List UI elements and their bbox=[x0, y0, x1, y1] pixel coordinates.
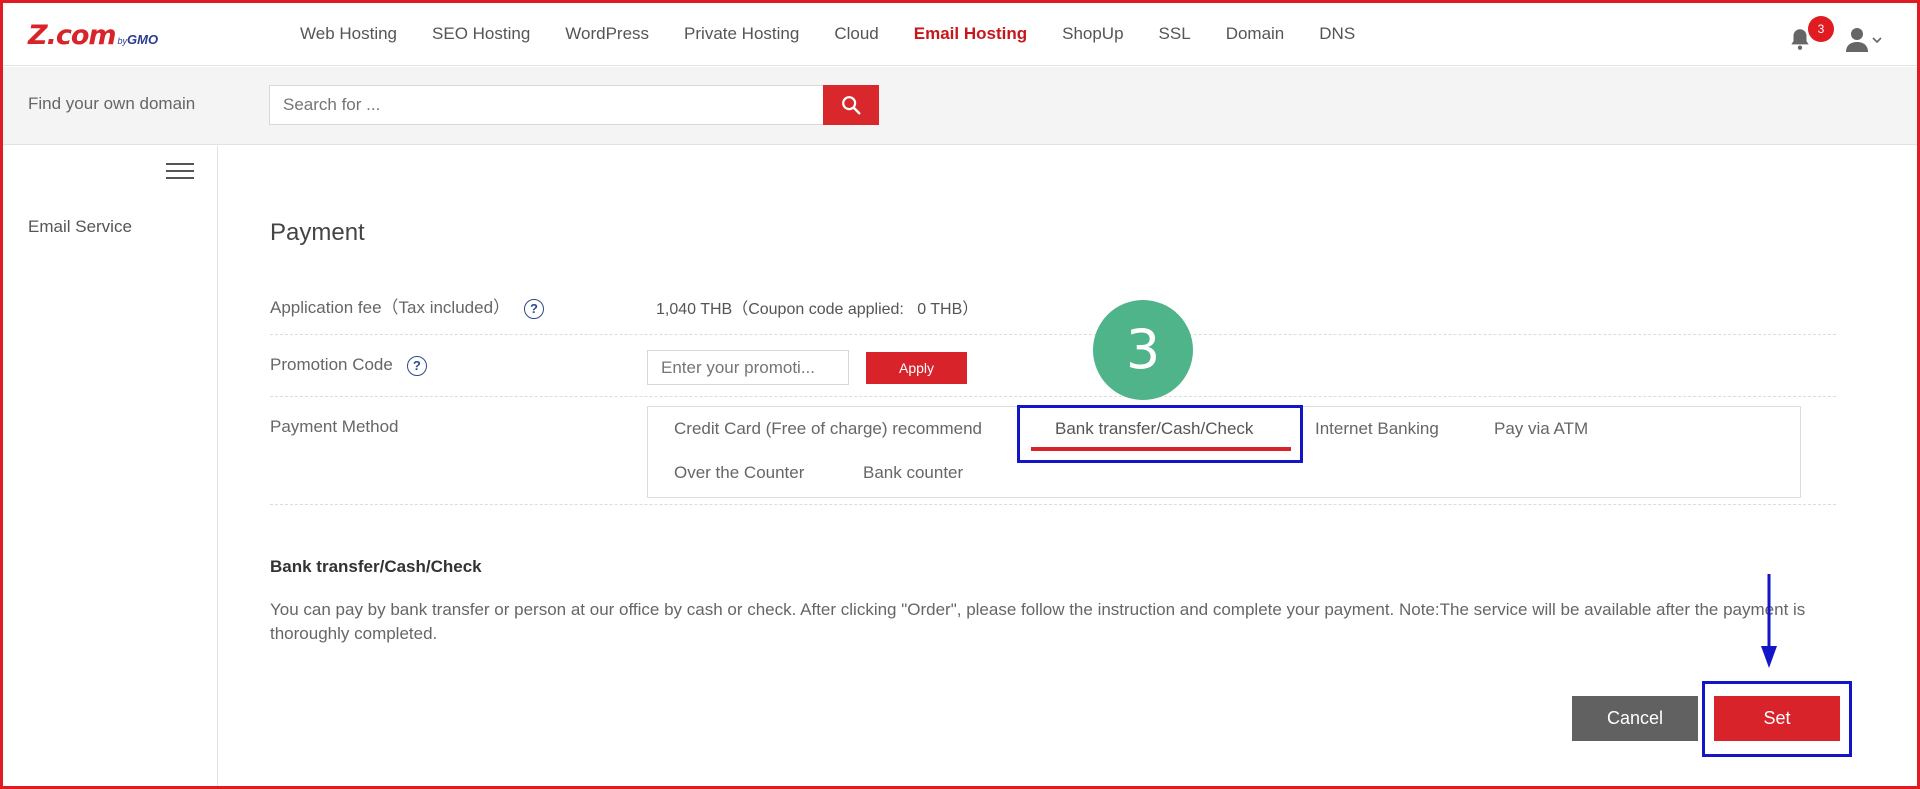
set-button[interactable]: Set bbox=[1714, 696, 1840, 741]
row-divider bbox=[270, 504, 1836, 505]
application-fee-label: Application fee（Tax included） bbox=[270, 298, 511, 317]
payment-option-internet-banking[interactable]: Internet Banking bbox=[1315, 419, 1439, 439]
help-icon[interactable]: ? bbox=[406, 355, 427, 376]
logo-text: Z.com bbox=[28, 20, 117, 51]
down-arrow-icon bbox=[1761, 574, 1777, 668]
promotion-code-row: Promotion Code? bbox=[270, 355, 427, 376]
application-fee-value: 1,040 THB（Coupon code applied: 0 THB） bbox=[656, 301, 979, 318]
search-input[interactable] bbox=[269, 85, 824, 125]
find-domain-label: Find your own domain bbox=[28, 94, 196, 113]
selected-method-description: You can pay by bank transfer or person a… bbox=[270, 600, 1806, 643]
notification-badge: 3 bbox=[1808, 16, 1834, 42]
main-menu: Web Hosting SEO Hosting WordPress Privat… bbox=[300, 24, 1390, 44]
help-icon[interactable]: ? bbox=[524, 298, 545, 319]
nav-cloud[interactable]: Cloud bbox=[834, 24, 878, 44]
payment-option-bank-counter[interactable]: Bank counter bbox=[863, 463, 963, 483]
nav-seo-hosting[interactable]: SEO Hosting bbox=[432, 24, 530, 44]
bank-transfer-highlight-box bbox=[1017, 405, 1303, 463]
logo-gmo-text: GMO bbox=[127, 32, 159, 47]
nav-web-hosting[interactable]: Web Hosting bbox=[300, 24, 397, 44]
zcom-logo[interactable]: Z.com by GMO bbox=[28, 20, 158, 51]
search-button[interactable] bbox=[823, 85, 879, 125]
nav-shopup[interactable]: ShopUp bbox=[1062, 24, 1123, 44]
apply-button[interactable]: Apply bbox=[866, 352, 967, 384]
page-title: Payment bbox=[270, 219, 365, 246]
top-navigation: Z.com by GMO Web Hosting SEO Hosting Wor… bbox=[0, 0, 1920, 66]
selected-method-heading: Bank transfer/Cash/Check bbox=[270, 557, 482, 576]
nav-ssl[interactable]: SSL bbox=[1159, 24, 1191, 44]
nav-dns[interactable]: DNS bbox=[1319, 24, 1355, 44]
payment-method-label: Payment Method bbox=[270, 417, 399, 436]
domain-search-bar: Find your own domain bbox=[0, 67, 1920, 145]
promotion-code-input[interactable] bbox=[647, 350, 849, 385]
payment-option-credit-card[interactable]: Credit Card (Free of charge) recommend bbox=[674, 419, 982, 439]
nav-private-hosting[interactable]: Private Hosting bbox=[684, 24, 799, 44]
application-fee-row: Application fee（Tax included）? bbox=[270, 293, 545, 319]
hamburger-menu-icon[interactable] bbox=[166, 163, 194, 183]
user-icon bbox=[1846, 28, 1882, 52]
sidebar-item-email-service[interactable]: Email Service bbox=[28, 217, 132, 237]
nav-wordpress[interactable]: WordPress bbox=[565, 24, 649, 44]
payment-option-atm[interactable]: Pay via ATM bbox=[1494, 419, 1588, 439]
user-menu[interactable] bbox=[1845, 26, 1885, 52]
promotion-code-label: Promotion Code bbox=[270, 355, 393, 374]
search-icon bbox=[842, 96, 861, 115]
row-divider bbox=[270, 396, 1836, 397]
nav-domain[interactable]: Domain bbox=[1226, 24, 1285, 44]
logo-by-text: by bbox=[117, 36, 128, 46]
row-divider bbox=[270, 334, 1836, 335]
payment-option-over-the-counter[interactable]: Over the Counter bbox=[674, 463, 804, 483]
nav-email-hosting[interactable]: Email Hosting bbox=[914, 24, 1027, 44]
cancel-button[interactable]: Cancel bbox=[1572, 696, 1698, 741]
sidebar: Email Service bbox=[0, 146, 218, 789]
step-number-badge: 3 bbox=[1093, 300, 1193, 400]
